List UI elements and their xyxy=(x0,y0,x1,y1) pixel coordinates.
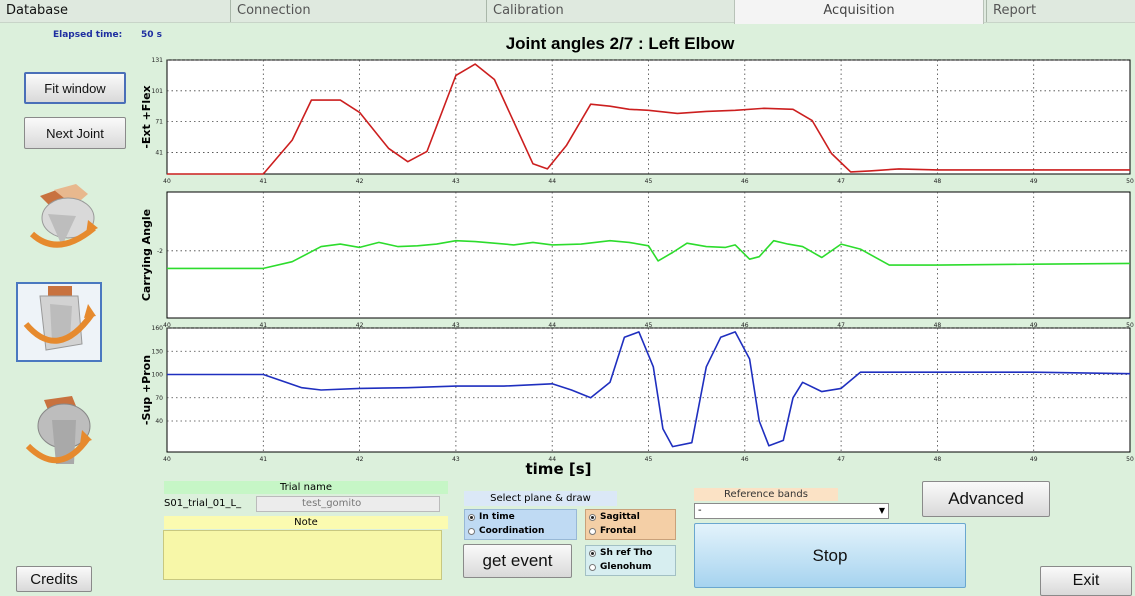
note-textarea[interactable] xyxy=(163,530,442,580)
y-tick-label: -2 xyxy=(157,248,163,255)
x-tick-label: 47 xyxy=(837,178,845,185)
radio-in-time[interactable]: In time xyxy=(465,510,576,524)
x-tick-label: 50 xyxy=(1126,456,1134,463)
x-tick-label: 42 xyxy=(356,178,364,185)
select-plane-label: Select plane & draw xyxy=(464,491,617,506)
radio-off-icon xyxy=(468,527,475,535)
radio-label: Frontal xyxy=(600,526,637,536)
y-tick-label: 70 xyxy=(155,395,163,402)
x-tick-label: 48 xyxy=(934,456,942,463)
radio-sagittal[interactable]: Sagittal xyxy=(586,510,675,524)
radio-glenohum[interactable]: Glenohum xyxy=(586,560,675,574)
chevron-down-icon: ▼ xyxy=(878,506,885,515)
y-tick-label: 160 xyxy=(152,325,164,332)
x-tick-label: 45 xyxy=(645,456,653,463)
radio-coordination[interactable]: Coordination xyxy=(465,524,576,538)
reference-bands-value: - xyxy=(698,505,702,516)
x-tick-label: 48 xyxy=(934,178,942,185)
x-tick-label: 42 xyxy=(356,456,364,463)
y-tick-label: 41 xyxy=(155,149,163,156)
y-axis-label: Carrying Angle xyxy=(140,209,153,301)
y-tick-label: 130 xyxy=(152,348,164,355)
y-tick-label: 100 xyxy=(152,372,164,379)
trial-name-value: S01_trial_01_L_ xyxy=(164,498,242,509)
radio-frontal[interactable]: Frontal xyxy=(586,524,675,538)
get-event-button[interactable]: get event xyxy=(463,544,572,578)
radio-label: Glenohum xyxy=(600,562,652,572)
x-tick-label: 43 xyxy=(452,178,460,185)
plane-group: Sagittal Frontal xyxy=(585,509,676,540)
radio-label: Sagittal xyxy=(600,512,640,522)
reference-bands-label: Reference bands xyxy=(694,488,838,501)
joint-angle-plots: 40 41 42 43 44 45 46 47 48 49 501311017141-Ext +Fl… xyxy=(140,57,1134,478)
radio-on-icon xyxy=(589,513,596,521)
x-tick-label: 41 xyxy=(259,456,267,463)
x-tick-label: 49 xyxy=(1030,178,1038,185)
x-tick-label: 50 xyxy=(1126,178,1134,185)
note-label: Note xyxy=(164,516,448,529)
exit-button[interactable]: Exit xyxy=(1040,566,1132,596)
x-tick-label: 44 xyxy=(548,178,556,185)
draw-mode-group: In time Coordination xyxy=(464,509,577,540)
radio-on-icon xyxy=(589,549,596,557)
y-axis-label: -Ext +Flex xyxy=(140,85,153,148)
y-tick-label: 101 xyxy=(152,88,164,95)
x-tick-label: 46 xyxy=(741,456,749,463)
radio-label: Sh ref Tho xyxy=(600,548,653,558)
x-tick-label: 47 xyxy=(837,456,845,463)
x-tick-label: 40 xyxy=(163,178,171,185)
x-tick-label: 46 xyxy=(741,178,749,185)
y-axis-label: -Sup +Pron xyxy=(140,355,153,425)
radio-off-icon xyxy=(589,527,596,535)
radio-label: In time xyxy=(479,512,515,522)
x-tick-label: 45 xyxy=(645,178,653,185)
trial-name-label: Trial name xyxy=(164,481,448,494)
reference-bands-select[interactable]: - ▼ xyxy=(694,503,889,519)
x-tick-label: 43 xyxy=(452,456,460,463)
reference-frame-group: Sh ref Tho Glenohum xyxy=(585,545,676,576)
flex-ext-plot-area xyxy=(166,59,1131,175)
advanced-button[interactable]: Advanced xyxy=(922,481,1050,517)
stop-button[interactable]: Stop xyxy=(694,523,966,588)
radio-sh-ref-tho[interactable]: Sh ref Tho xyxy=(586,546,675,560)
trial-name-field[interactable]: test_gomito xyxy=(256,496,440,512)
x-tick-label: 49 xyxy=(1030,456,1038,463)
x-axis-label: time [s] xyxy=(526,460,592,478)
x-tick-label: 40 xyxy=(163,456,171,463)
x-tick-label: 41 xyxy=(259,178,267,185)
y-tick-label: 40 xyxy=(155,418,163,425)
credits-button[interactable]: Credits xyxy=(16,566,92,592)
y-tick-label: 71 xyxy=(155,119,163,126)
radio-off-icon xyxy=(589,563,596,571)
radio-on-icon xyxy=(468,513,475,521)
radio-label: Coordination xyxy=(479,526,545,536)
y-tick-label: 131 xyxy=(152,57,164,64)
